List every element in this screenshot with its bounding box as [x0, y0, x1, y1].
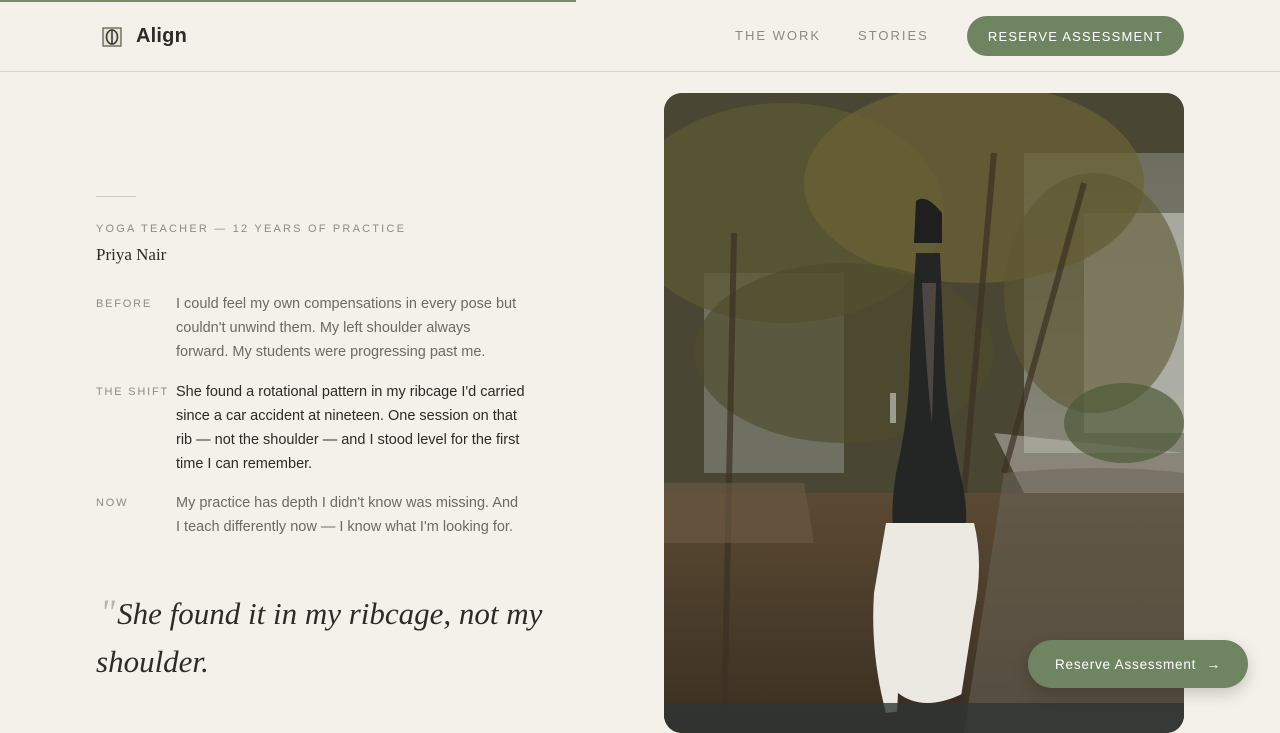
- row-text-now: My practice has depth I didn't know was …: [176, 495, 519, 535]
- story-row-before: BEFORE I could feel my own compensations…: [96, 292, 536, 364]
- row-text-the-shift: She found a rotational pattern in my rib…: [176, 384, 525, 472]
- row-label-before: BEFORE: [96, 298, 153, 310]
- pull-quote-text: She found it in my ribcage, not my shoul…: [96, 596, 543, 679]
- testimonial-photo: [664, 93, 1184, 733]
- row-label-the-shift: THE SHIFT: [96, 386, 170, 398]
- floating-cta-label: Reserve Assessment: [1054, 656, 1197, 672]
- section-divider: [96, 196, 136, 197]
- nav-link-the-work[interactable]: THE WORK: [735, 28, 821, 43]
- logo[interactable]: Align: [102, 25, 187, 48]
- headstand-photo-illustration: [664, 93, 1184, 733]
- story-person-name: Priya Nair: [96, 245, 167, 264]
- floating-reserve-assessment-button[interactable]: Reserve Assessment →: [1028, 640, 1248, 688]
- nav-link-stories[interactable]: STORIES: [858, 28, 929, 43]
- reserve-assessment-button[interactable]: RESERVE ASSESSMENT: [967, 16, 1184, 56]
- arrow-right-icon: →: [1206, 656, 1221, 672]
- pull-quote: "She found it in my ribcage, not my shou…: [96, 588, 546, 686]
- story-row-now: NOW My practice has depth I didn't know …: [96, 491, 536, 539]
- story-eyebrow: YOGA TEACHER — 12 YEARS OF PRACTICE: [96, 223, 407, 235]
- row-text-before: I could feel my own compensations in eve…: [176, 296, 517, 360]
- row-label-now: NOW: [96, 497, 129, 509]
- logo-icon: [102, 26, 122, 47]
- story-row-the-shift: THE SHIFT She found a rotational pattern…: [96, 380, 536, 476]
- brand-name: Align: [136, 25, 187, 47]
- site-header: Align THE WORK STORIES RESERVE ASSESSMEN…: [0, 0, 1280, 72]
- quote-mark: ": [100, 592, 116, 632]
